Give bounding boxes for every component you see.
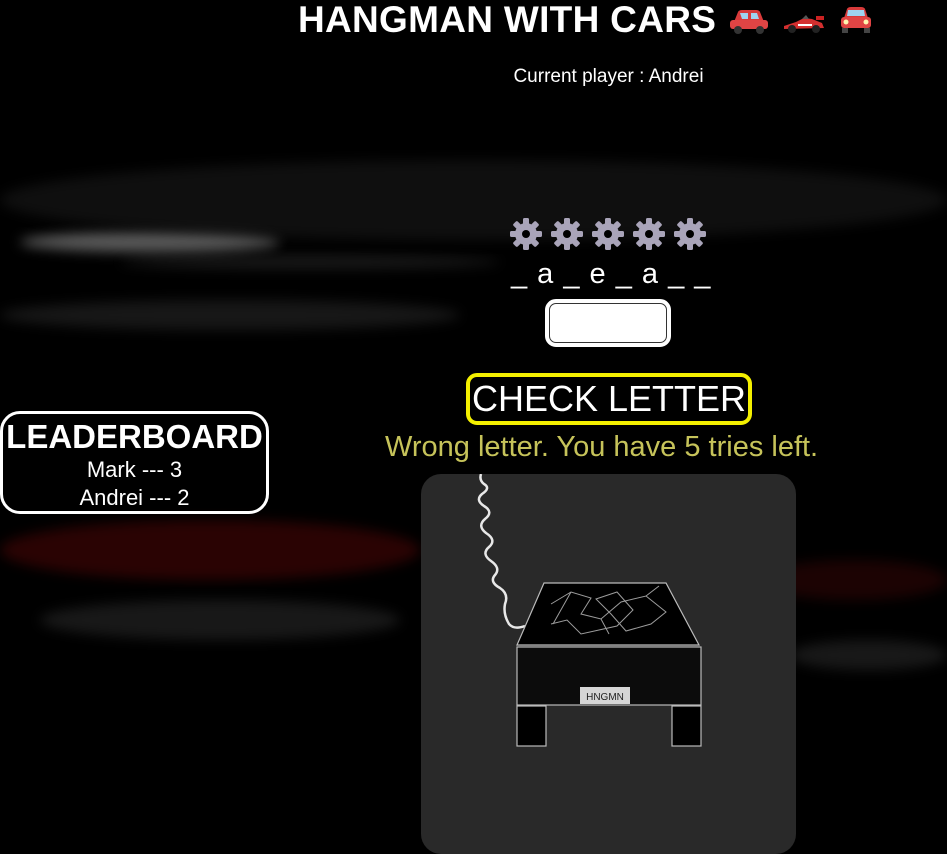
car-emoji: [728, 2, 770, 42]
gear-icon: [510, 218, 542, 250]
status-message: Wrong letter. You have 5 tries left.: [385, 431, 819, 463]
gear-icon: [633, 218, 665, 250]
page-title: HANGMAN WITH CARS: [298, 0, 874, 40]
car-front-emoji: [838, 2, 874, 42]
leaderboard: LEADERBOARD Mark --- 3 Andrei --- 2: [0, 411, 269, 514]
gear-icon: [551, 218, 583, 250]
title-text: HANGMAN WITH CARS: [298, 0, 717, 40]
gear-icon: [592, 218, 624, 250]
right-wheel: [671, 705, 702, 747]
lives-indicator: [508, 216, 708, 252]
leaderboard-entry: Mark --- 3: [86, 457, 183, 482]
letter-input[interactable]: [545, 299, 671, 347]
license-plate-text: HNGMN: [586, 692, 624, 703]
leaderboard-title: LEADERBOARD: [6, 418, 263, 455]
leaderboard-entry: Andrei --- 2: [79, 485, 190, 510]
race-car-emoji: [782, 2, 826, 42]
current-player-label: Current player : Andrei: [513, 66, 704, 87]
gear-icon: [674, 218, 706, 250]
check-letter-button[interactable]: CHECK LETTER: [466, 373, 752, 425]
rope: [477, 474, 526, 629]
left-wheel: [516, 705, 547, 747]
hangman-car-drawing: HNGMN: [477, 474, 702, 747]
car-roof: [516, 582, 700, 646]
masked-word: _ a _ e _ a _ _: [511, 258, 712, 290]
